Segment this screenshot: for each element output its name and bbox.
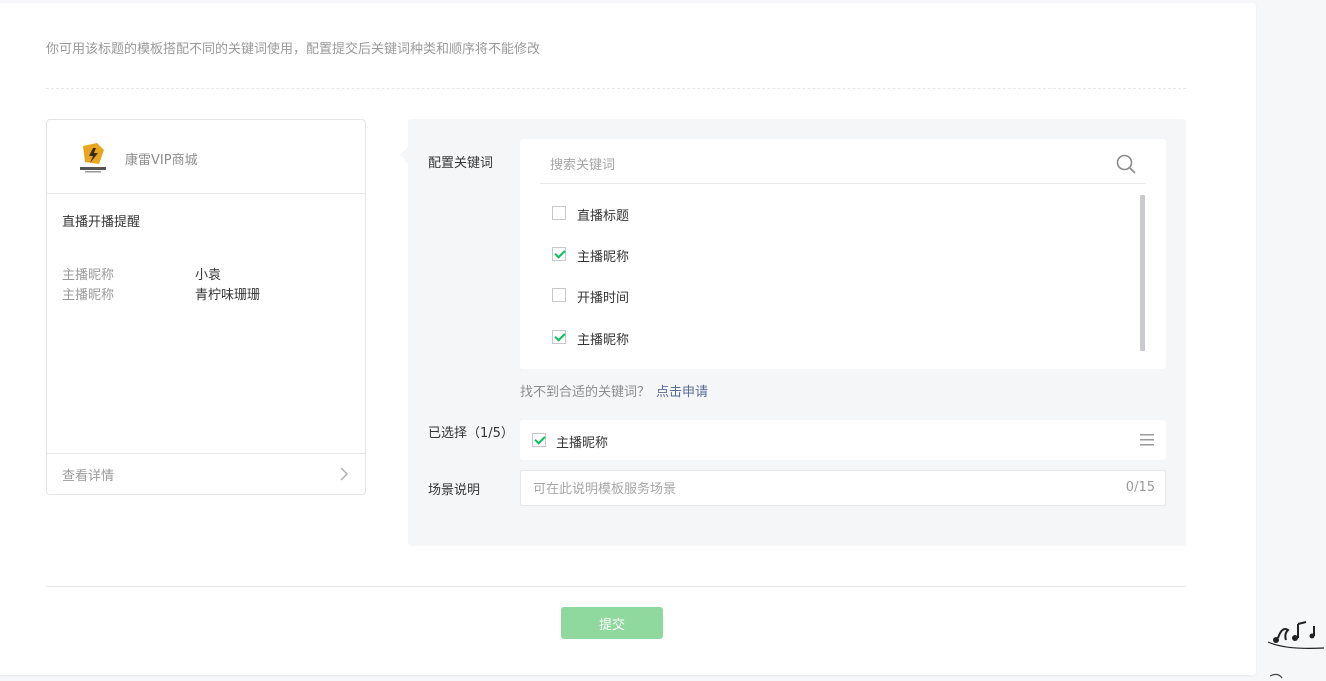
keyword-checkbox[interactable] [552, 288, 566, 302]
keyword-hint: 找不到合适的关键词？ 点击申请 [520, 381, 708, 400]
preview-row: 主播昵称 青柠味珊珊 [62, 284, 260, 303]
drag-handle-icon[interactable] [1140, 434, 1154, 446]
scene-char-count: 0/15 [1125, 480, 1155, 495]
main-card: 你可用该标题的模板搭配不同的关键词使用，配置提交后关键词种类和顺序将不能修改 康… [0, 3, 1256, 675]
preview-row-value: 青柠味珊珊 [195, 288, 261, 303]
music-notes-icon [1267, 621, 1325, 679]
config-tip: 你可用该标题的模板搭配不同的关键词使用，配置提交后关键词种类和顺序将不能修改 [46, 42, 541, 57]
selected-label: 已选择（1/5） [428, 426, 514, 441]
keyword-list-scrollbar[interactable] [1140, 195, 1145, 351]
brand-logo-icon [80, 143, 106, 173]
keyword-picker: 直播标题 主播昵称 开播时间 主播昵称 [520, 139, 1166, 369]
preview-row-label: 主播昵称 [62, 288, 115, 303]
preview-row: 主播昵称 小袁 [62, 264, 221, 283]
keyword-search-input[interactable] [548, 153, 1092, 177]
preview-row-label: 主播昵称 [62, 268, 115, 283]
preview-header: 康雷VIP商城 [47, 120, 365, 194]
scene-description-input[interactable] [531, 477, 1095, 501]
chevron-right-icon [340, 467, 349, 481]
search-icon[interactable] [1116, 154, 1136, 174]
keywords-label: 配置关键词 [428, 156, 494, 171]
preview-row-value: 小袁 [195, 268, 222, 283]
keyword-label: 开播时间 [577, 291, 630, 306]
footer-divider [46, 586, 1186, 587]
keyword-config-panel: 配置关键词 直播标题 主播昵称 开 [400, 119, 1186, 546]
selected-keyword-label: 主播昵称 [556, 436, 609, 451]
selected-keyword-checkbox[interactable] [532, 433, 546, 447]
keyword-label: 直播标题 [577, 209, 630, 224]
keyword-search [540, 145, 1146, 184]
keyword-checkbox[interactable] [552, 206, 566, 220]
dashed-divider [46, 88, 1186, 89]
panel-arrow [400, 147, 408, 163]
selected-keyword-item[interactable]: 主播昵称 [520, 420, 1166, 460]
apply-keyword-link[interactable]: 点击申请 [656, 385, 708, 400]
keyword-label: 主播昵称 [577, 250, 630, 265]
scene-description-field: 0/15 [520, 470, 1166, 506]
preview-title: 直播开播提醒 [62, 215, 141, 230]
keyword-hint-text: 找不到合适的关键词？ [520, 385, 651, 400]
view-details-link[interactable]: 查看详情 [47, 453, 365, 494]
scene-label: 场景说明 [428, 483, 481, 498]
keyword-label: 主播昵称 [577, 333, 630, 348]
view-details-label: 查看详情 [62, 469, 115, 484]
submit-button[interactable]: 提交 [561, 607, 663, 639]
keyword-checkbox[interactable] [552, 330, 566, 344]
brand-name: 康雷VIP商城 [125, 153, 198, 168]
keyword-checkbox[interactable] [552, 247, 566, 261]
template-preview-card: 康雷VIP商城 直播开播提醒 主播昵称 小袁 主播昵称 青柠味珊珊 查看详情 [46, 119, 366, 495]
